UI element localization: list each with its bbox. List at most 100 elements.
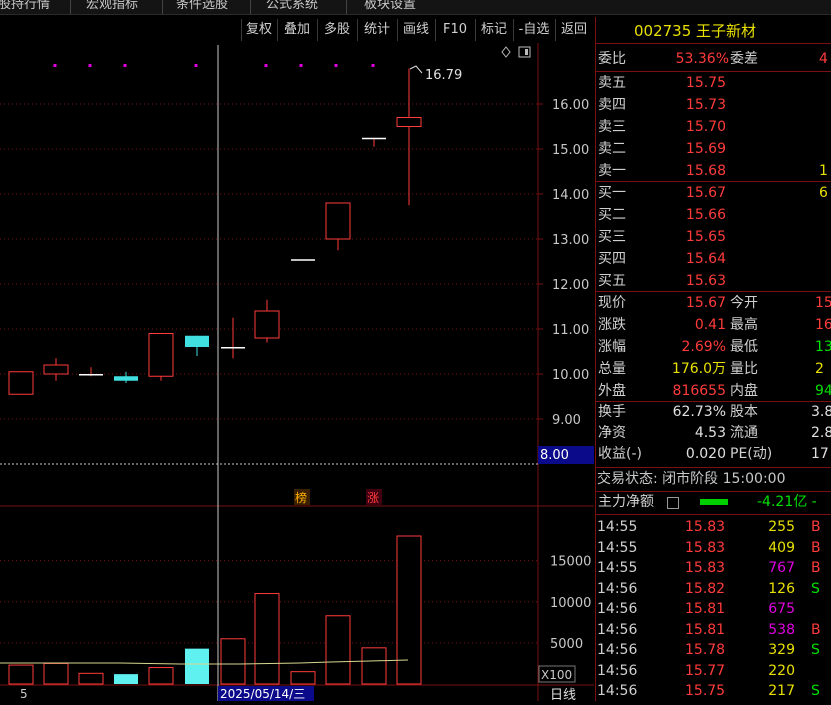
- volume-tick-label: 15000: [550, 555, 591, 570]
- tick-time: 14:56: [597, 621, 638, 638]
- bid-label: 买五: [598, 273, 626, 289]
- volume-bar[interactable]: [43, 662, 69, 685]
- candle-body[interactable]: [185, 335, 209, 347]
- bid-price: 15.65: [685, 229, 726, 245]
- price-tick-label: 13.00: [552, 233, 589, 248]
- volume-bar[interactable]: [325, 615, 351, 685]
- panel-toggle-icon[interactable]: [518, 46, 531, 58]
- tick-volume: 217: [768, 683, 795, 699]
- stat-value-2: 2: [815, 361, 824, 377]
- stat2-value: 62.73%: [672, 404, 726, 420]
- candle-body[interactable]: [8, 371, 34, 395]
- f10-button[interactable]: F10: [435, 19, 474, 41]
- candle-body[interactable]: [291, 259, 315, 261]
- kline-chart-svg[interactable]: 16.0015.0014.0013.0012.0011.0010.009.00 …: [0, 43, 594, 703]
- overlay-button[interactable]: 叠加: [277, 19, 316, 41]
- current-price-label: 8.00: [540, 448, 569, 463]
- ask-row[interactable]: 卖三 15.70: [597, 117, 831, 138]
- candle-body[interactable]: [325, 202, 351, 240]
- bid-volume: 6: [819, 185, 828, 201]
- kline-chart-area[interactable]: 16.00 15.00 14.00 13.00 12.00 11.00 10.00 9.00 …: [0, 43, 594, 703]
- ask-price: 15.68: [685, 163, 726, 179]
- tick-price: 15.81: [685, 621, 726, 638]
- tick-side: B: [811, 539, 821, 556]
- multi-stock-button[interactable]: 多股: [317, 19, 356, 41]
- volume-bar[interactable]: [290, 671, 316, 685]
- volume-bar[interactable]: [8, 664, 34, 685]
- crosshair-date-label: 2025/05/14/三: [220, 687, 305, 701]
- back-button[interactable]: 返回: [555, 19, 592, 41]
- ask-price: 15.75: [685, 75, 726, 91]
- signal-dot: [371, 64, 375, 67]
- bid-row[interactable]: 买三 15.65: [597, 227, 831, 248]
- signal-dot: [194, 64, 198, 67]
- period-daily-button[interactable]: 日线: [550, 688, 576, 703]
- stat-label: 涨跌: [598, 317, 626, 333]
- ask-row[interactable]: 卖五 15.75: [597, 73, 831, 94]
- candle-body[interactable]: [396, 117, 422, 127]
- main-force-value: -4.21亿 -: [757, 494, 817, 510]
- ask-label: 卖一: [598, 163, 626, 179]
- candle-body[interactable]: [221, 347, 245, 349]
- ask-row[interactable]: 卖四 15.73: [597, 95, 831, 116]
- bid-row[interactable]: 买二 15.66: [597, 205, 831, 226]
- ask-label: 卖三: [598, 119, 626, 135]
- menu-item-quotes[interactable]: 股持行情: [0, 0, 50, 12]
- menu-item-formula[interactable]: 公式系统: [266, 0, 318, 12]
- tick-row: 14:55 15.83 409 B: [597, 538, 831, 558]
- candle-body[interactable]: [254, 310, 280, 339]
- stat-value: 0.41: [694, 317, 726, 333]
- volume-bar[interactable]: [114, 674, 138, 684]
- stat-label-2: 内盘: [730, 383, 758, 399]
- stat-label-2: 今开: [730, 295, 758, 311]
- candle-body[interactable]: [79, 374, 103, 376]
- bid-row[interactable]: 买四 15.64: [597, 249, 831, 270]
- menu-item-macro[interactable]: 宏观指标: [86, 0, 138, 12]
- ask-row[interactable]: 卖一 15.68 1: [597, 161, 831, 182]
- stat2-value: 4.53: [694, 425, 726, 441]
- stat-row: 现价 15.67 今开 15: [597, 293, 831, 314]
- adjust-button[interactable]: 复权: [241, 19, 276, 41]
- weicha-value: 4: [819, 51, 828, 67]
- tick-row: 14:55 15.83 255 B: [597, 517, 831, 537]
- ask-row[interactable]: 卖二 15.69: [597, 139, 831, 160]
- price-tick-label: 11.00: [552, 323, 589, 338]
- mark-button[interactable]: 标记: [475, 19, 512, 41]
- list-icon[interactable]: [667, 497, 679, 509]
- candle-body[interactable]: [43, 364, 69, 375]
- remove-watchlist-button[interactable]: -自选: [513, 19, 554, 41]
- signal-dot: [53, 64, 57, 67]
- diamond-icon[interactable]: [501, 46, 511, 58]
- bid-row[interactable]: 买一 15.67 6: [597, 183, 831, 204]
- statistics-button[interactable]: 统计: [357, 19, 396, 41]
- tick-side: B: [811, 519, 821, 535]
- volume-bar[interactable]: [396, 535, 422, 685]
- volume-bar[interactable]: [361, 647, 387, 685]
- volume-bar[interactable]: [78, 672, 104, 685]
- stat2-label: 净资: [598, 425, 626, 441]
- signal-dot: [264, 64, 268, 67]
- menu-item-stock-picker[interactable]: 条件选股: [176, 0, 228, 12]
- stat-label-2: 量比: [730, 361, 758, 377]
- volume-bar[interactable]: [254, 593, 280, 685]
- bid-label: 买三: [598, 229, 626, 245]
- candle-body[interactable]: [362, 137, 386, 140]
- stat-label-2: 最高: [730, 317, 758, 333]
- volume-bar[interactable]: [220, 638, 246, 685]
- volume-bar[interactable]: [185, 648, 209, 684]
- draw-line-button[interactable]: 画线: [397, 19, 434, 41]
- bid-label: 买四: [598, 251, 626, 267]
- volume-bar[interactable]: [148, 667, 174, 685]
- left-date-fragment: 5: [20, 687, 28, 701]
- candle-body[interactable]: [148, 333, 174, 377]
- stat2-label: 换手: [598, 404, 626, 420]
- bid-row[interactable]: 买五 15.63: [597, 271, 831, 292]
- tick-price: 15.78: [685, 642, 726, 658]
- candle-body[interactable]: [114, 376, 138, 381]
- stat-value: 816655: [672, 383, 726, 399]
- stat-value-2: 15: [815, 295, 831, 311]
- menu-item-sector-settings[interactable]: 板块设置: [364, 0, 416, 12]
- volume-unit-label: X100: [541, 668, 572, 682]
- stock-title: 002735 王子新材: [634, 20, 756, 41]
- stat2-row: 收益(-) 0.020 PE(动) 17: [597, 444, 831, 465]
